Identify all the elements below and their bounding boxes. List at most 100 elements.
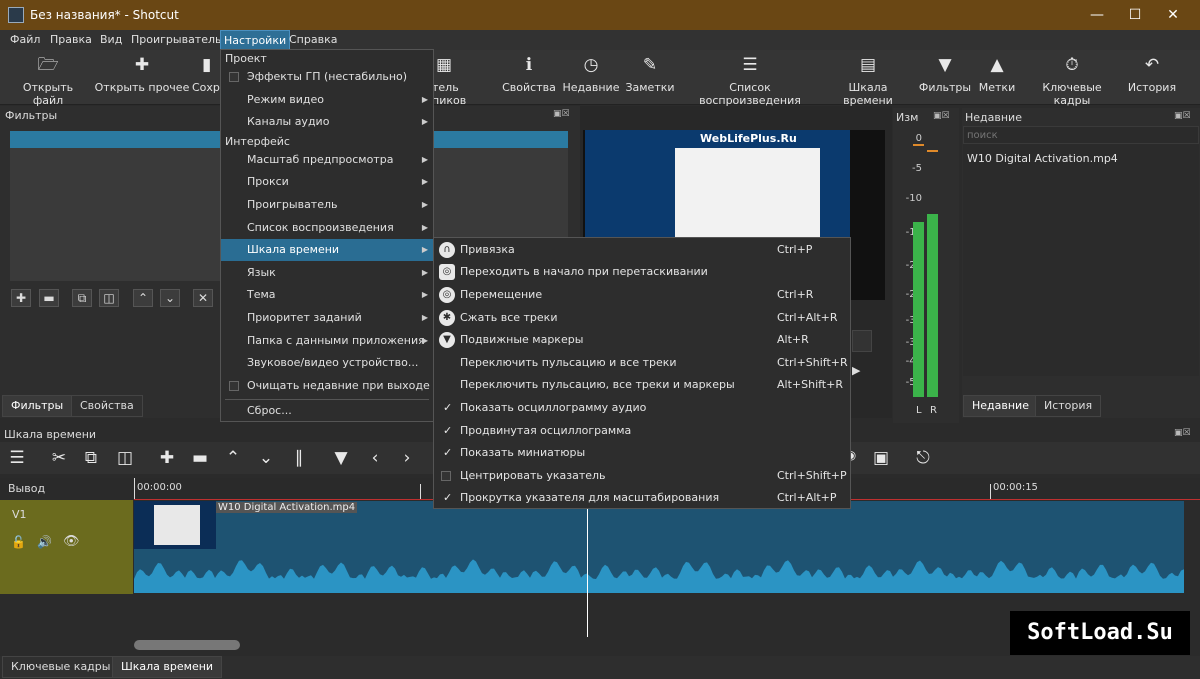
player-zoom-icon[interactable] bbox=[852, 330, 872, 352]
close-icon[interactable]: ✕ bbox=[1154, 0, 1192, 30]
open-other-button[interactable]: ✚ Открыть прочее bbox=[94, 54, 190, 94]
recent-search-input[interactable] bbox=[963, 126, 1199, 144]
ruler-time-start: 00:00:00 bbox=[137, 482, 182, 493]
move-up-icon[interactable]: ⌃ bbox=[133, 289, 153, 307]
timeline-float-close-icon[interactable]: ▣☒ bbox=[1174, 428, 1191, 438]
keyframes-button[interactable]: ⏱ Ключевые кадры bbox=[1024, 54, 1120, 107]
open-file-button[interactable]: 🗁 Открыть файл bbox=[6, 54, 90, 107]
menu-item-clear-recent[interactable]: Очищать недавние при выходе bbox=[221, 375, 433, 397]
menu-item-job-priority[interactable]: Приоритет заданий ▶ bbox=[221, 307, 433, 329]
submenu-item-scroll-zoom[interactable]: ✓ Прокрутка указателя для масштабирования… bbox=[434, 487, 850, 509]
menu-view[interactable]: Вид bbox=[100, 33, 122, 46]
stopwatch-icon: ⏱ bbox=[1065, 55, 1079, 75]
list-item[interactable]: W10 Digital Activation.mp4 bbox=[967, 152, 1118, 165]
remove-filter-button[interactable]: ▬ bbox=[39, 289, 59, 307]
peak-meter-button[interactable]: ▦ тель пиков bbox=[432, 54, 494, 107]
menu-item-language[interactable]: Язык ▶ bbox=[221, 262, 433, 284]
menu-item-proxy[interactable]: Прокси ▶ bbox=[221, 171, 433, 193]
history-icon: ↶ bbox=[1144, 55, 1160, 75]
menu-settings[interactable]: Настройки bbox=[220, 30, 291, 50]
properties-button[interactable]: ℹ Свойства bbox=[502, 54, 556, 94]
submenu-item-scrub-drag[interactable]: ◎ Переходить в начало при перетаскивании bbox=[434, 261, 850, 283]
notes-button[interactable]: ✎ Заметки bbox=[624, 54, 676, 94]
playlist-button[interactable]: ☰ Список воспроизведения bbox=[682, 54, 818, 107]
clip-name: W10 Digital Activation.mp4 bbox=[216, 502, 358, 513]
panel-float-close-icon[interactable]: ▣☒ bbox=[553, 109, 570, 119]
timeline-submenu: ∩ Привязка Ctrl+P ◎ Переходить в начало при… bbox=[433, 237, 851, 509]
menu-item-playlist[interactable]: Список воспроизведения ▶ bbox=[221, 217, 433, 239]
timeline-button[interactable]: ▤ Шкала времени bbox=[826, 54, 910, 107]
notes-icon: ✎ bbox=[642, 55, 658, 75]
recent-float-close-icon[interactable]: ▣☒ bbox=[1174, 111, 1191, 121]
eye-icon[interactable]: 👁 bbox=[63, 534, 80, 549]
tab-history[interactable]: История bbox=[1035, 395, 1102, 417]
menu-item-app-data-folder[interactable]: Папка с данными приложения ▶ bbox=[221, 330, 433, 352]
submenu-item-advanced-waveform[interactable]: ✓ Продвинутая осциллограмма bbox=[434, 420, 850, 442]
submenu-item-show-waveform[interactable]: ✓ Показать осциллограмму аудио bbox=[434, 397, 850, 419]
peak-hold-right bbox=[927, 150, 938, 152]
track-header-v1[interactable]: V1 🔓 🔊 👁 bbox=[0, 500, 133, 594]
checkmark-icon: ✓ bbox=[443, 491, 453, 504]
submenu-item-ripple-all[interactable]: ✱ Сжать все треки Ctrl+Alt+R bbox=[434, 307, 850, 329]
menu-item-player[interactable]: Проигрыватель ▶ bbox=[221, 194, 433, 216]
recent-panel: Недавние ▣☒ W10 Digital Activation.mp4 Н… bbox=[962, 108, 1200, 418]
recent-button[interactable]: ◷ Недавние bbox=[562, 54, 620, 94]
append-icon[interactable]: ✚ bbox=[156, 448, 178, 468]
menu-item-av-device[interactable]: Звуковое/видео устройство... bbox=[221, 352, 433, 374]
play-icon[interactable]: ▶ bbox=[852, 364, 860, 377]
submenu-item-toggle-ripple-all[interactable]: Переключить пульсацию и все треки Ctrl+Sh… bbox=[434, 352, 850, 374]
remove-icon[interactable]: ▬ bbox=[189, 448, 211, 468]
save-button[interactable]: ▮ Сохр bbox=[192, 54, 220, 94]
filter-icon: ▼ bbox=[938, 55, 952, 75]
tab-timeline[interactable]: Шкала времени bbox=[112, 656, 223, 678]
submenu-item-snap[interactable]: ∩ Привязка Ctrl+P bbox=[434, 239, 850, 261]
filters-button[interactable]: ▼ Фильтры bbox=[918, 54, 972, 94]
paste-filter-icon[interactable]: ◫ bbox=[99, 289, 119, 307]
markers-button[interactable]: ▲ Метки bbox=[976, 54, 1018, 94]
lock-icon[interactable]: 🔓 bbox=[11, 535, 26, 549]
mute-icon[interactable]: 🔊 bbox=[37, 535, 52, 549]
prev-marker-icon[interactable]: ‹ bbox=[364, 448, 386, 468]
copy-filter-icon[interactable]: ⧉ bbox=[72, 289, 92, 307]
menu-item-reset[interactable]: Сброс... bbox=[221, 400, 433, 422]
tab-recent[interactable]: Недавние bbox=[963, 395, 1038, 417]
maximize-icon[interactable]: ☐ bbox=[1116, 0, 1154, 30]
history-button[interactable]: ↶ История bbox=[1124, 54, 1180, 94]
next-marker-icon[interactable]: › bbox=[396, 448, 418, 468]
menu-item-gpu-effects[interactable]: Эффекты ГП (нестабильно) bbox=[221, 66, 433, 88]
submenu-item-center-playhead[interactable]: Центрировать указатель Ctrl+Shift+P bbox=[434, 465, 850, 487]
add-filter-button[interactable]: ✚ bbox=[11, 289, 31, 307]
tab-filters[interactable]: Фильтры bbox=[2, 395, 73, 417]
menu-help[interactable]: Справка bbox=[289, 33, 337, 46]
submenu-item-show-thumbnails[interactable]: ✓ Показать миниатюры bbox=[434, 442, 850, 464]
timeline-scrollbar[interactable] bbox=[134, 640, 240, 650]
filters-panel-title: Фильтры bbox=[5, 109, 58, 122]
menu-item-timeline[interactable]: Шкала времени ▶ bbox=[221, 239, 433, 261]
menu-item-preview-scale[interactable]: Масштаб предпросмотра ▶ bbox=[221, 149, 433, 171]
copy-icon[interactable]: ⧉ bbox=[80, 448, 102, 468]
submenu-item-ripple[interactable]: ◎ Перемещение Ctrl+R bbox=[434, 284, 850, 306]
menu-item-video-mode[interactable]: Режим видео ▶ bbox=[221, 89, 433, 111]
submenu-item-toggle-ripple-markers[interactable]: Переключить пульсацию, все треки и марке… bbox=[434, 374, 850, 396]
tab-keyframes[interactable]: Ключевые кадры bbox=[2, 656, 120, 678]
overwrite-icon[interactable]: ⌄ bbox=[255, 448, 277, 468]
menu-item-theme[interactable]: Тема ▶ bbox=[221, 284, 433, 306]
menu-file[interactable]: Файл bbox=[10, 33, 40, 46]
timeline-menu-icon[interactable]: ☰ bbox=[6, 448, 28, 468]
minimize-icon[interactable]: — bbox=[1078, 0, 1116, 30]
marker-add-icon[interactable]: ▼ bbox=[330, 448, 352, 468]
cut-icon[interactable]: ✂ bbox=[48, 448, 70, 468]
split-icon[interactable]: ∥ bbox=[288, 448, 310, 468]
tab-properties[interactable]: Свойства bbox=[71, 395, 143, 417]
move-down-icon[interactable]: ⌄ bbox=[160, 289, 180, 307]
paste-icon[interactable]: ◫ bbox=[114, 448, 136, 468]
menu-edit[interactable]: Правка bbox=[50, 33, 92, 46]
deselect-icon[interactable]: ✕ bbox=[193, 289, 213, 307]
timeline-clip[interactable]: W10 Digital Activation.mp4 bbox=[134, 501, 1184, 593]
zoom-fit-icon[interactable]: ▣ bbox=[870, 448, 892, 468]
menu-player[interactable]: Проигрыватель bbox=[131, 33, 222, 46]
microphone-icon[interactable]: ⎋ bbox=[912, 448, 934, 468]
menu-item-audio-channels[interactable]: Каналы аудио ▶ bbox=[221, 111, 433, 133]
submenu-item-ripple-markers[interactable]: ▼ Подвижные маркеры Alt+R bbox=[434, 329, 850, 351]
lift-icon[interactable]: ⌃ bbox=[222, 448, 244, 468]
